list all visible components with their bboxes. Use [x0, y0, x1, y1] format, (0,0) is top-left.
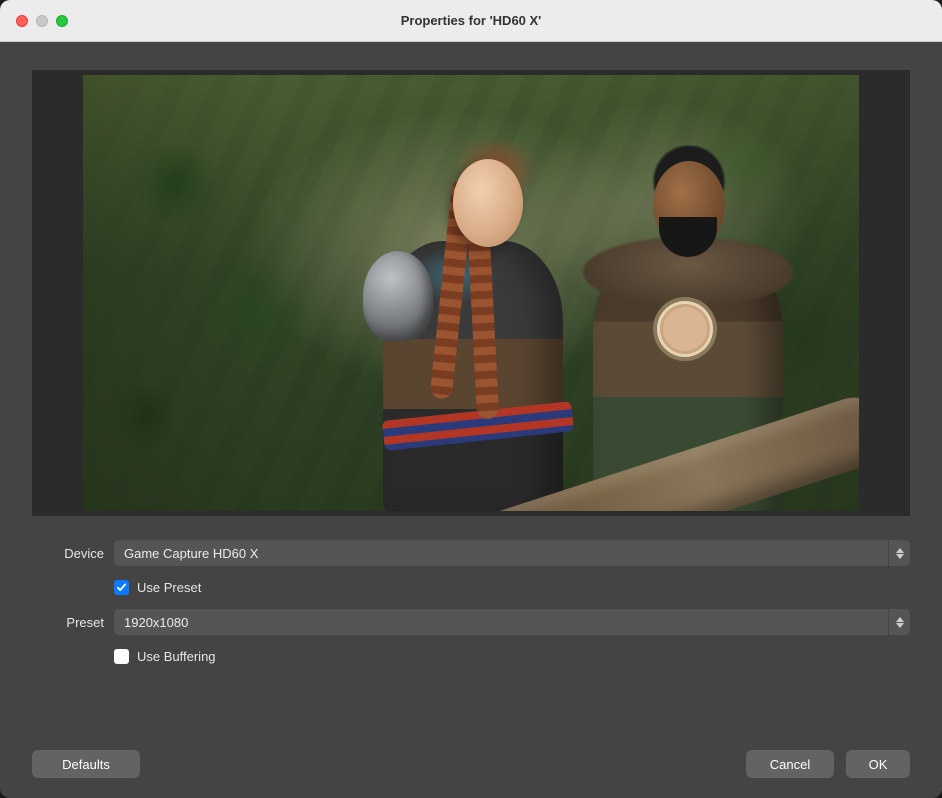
window-controls — [0, 15, 68, 27]
use-preset-checkbox[interactable] — [114, 580, 129, 595]
updown-stepper-icon — [888, 609, 910, 635]
window-minimize-button[interactable] — [36, 15, 48, 27]
titlebar: Properties for 'HD60 X' — [0, 0, 942, 42]
cancel-button[interactable]: Cancel — [746, 750, 834, 778]
defaults-button[interactable]: Defaults — [32, 750, 140, 778]
preview-figure-left — [343, 131, 563, 511]
preset-label: Preset — [32, 615, 104, 630]
video-preview-frame — [32, 70, 910, 516]
updown-stepper-icon — [888, 540, 910, 566]
ok-button[interactable]: OK — [846, 750, 910, 778]
use-preset-row: Use Preset — [114, 580, 910, 595]
preview-figure-right — [583, 151, 783, 511]
use-buffering-row: Use Buffering — [114, 649, 910, 664]
dialog-footer: Defaults Cancel OK — [32, 706, 910, 778]
preset-select-value: 1920x1080 — [124, 615, 188, 630]
device-label: Device — [32, 546, 104, 561]
window-zoom-button[interactable] — [56, 15, 68, 27]
window-title: Properties for 'HD60 X' — [0, 13, 942, 28]
device-select-value: Game Capture HD60 X — [124, 546, 258, 561]
properties-form: Device Game Capture HD60 X Use Preset Pr… — [32, 540, 910, 664]
use-buffering-checkbox[interactable] — [114, 649, 129, 664]
dialog-content: Device Game Capture HD60 X Use Preset Pr… — [0, 42, 942, 798]
use-buffering-label: Use Buffering — [137, 649, 216, 664]
window-close-button[interactable] — [16, 15, 28, 27]
properties-window: Properties for 'HD60 X' — [0, 0, 942, 798]
video-preview — [83, 75, 859, 511]
preset-select[interactable]: 1920x1080 — [114, 609, 910, 635]
device-select[interactable]: Game Capture HD60 X — [114, 540, 910, 566]
use-preset-label: Use Preset — [137, 580, 201, 595]
